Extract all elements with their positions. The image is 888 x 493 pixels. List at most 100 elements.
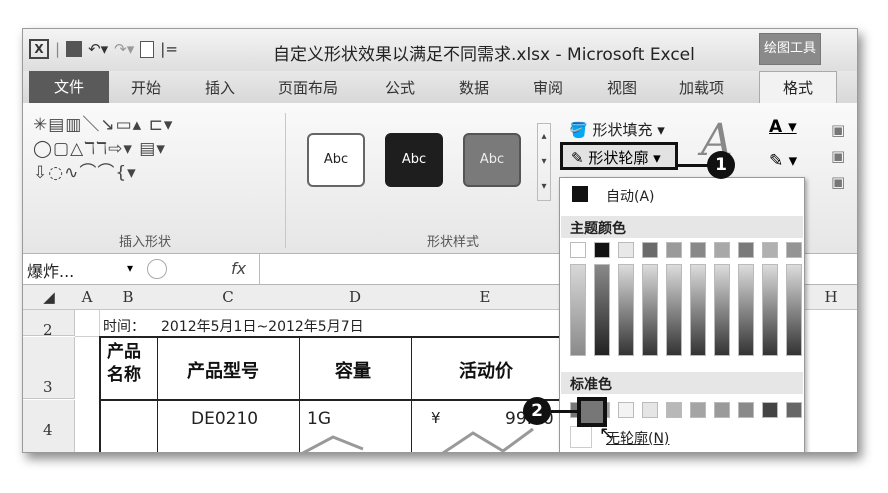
theme-color-swatch[interactable] <box>570 242 586 258</box>
new-document-icon[interactable] <box>140 40 155 58</box>
save-icon[interactable] <box>66 41 83 57</box>
cell-b3[interactable]: 产品 名称 <box>107 341 151 387</box>
tab-home[interactable]: 开始 <box>131 77 161 98</box>
shape-fill-button[interactable]: 🪣 形状填充 ▾ <box>569 119 665 140</box>
theme-color-swatch[interactable] <box>642 242 658 258</box>
theme-color-swatch[interactable] <box>786 242 802 258</box>
redo-icon[interactable]: ↷▾ <box>114 40 134 58</box>
standard-color-swatch[interactable] <box>642 402 658 418</box>
row-header-3[interactable]: 3 <box>23 337 75 399</box>
column-header-b[interactable]: B <box>99 285 158 310</box>
standard-color-swatch[interactable] <box>738 402 754 418</box>
shape-gallery[interactable]: ✳▤▥＼↘▭▴ ⊏▾ ◯▢△ℸℸ⇨▾ ▤▾ ⇩◌∿⌒⌒{▾ <box>33 113 173 185</box>
marker-2-connector <box>551 410 577 413</box>
table-border <box>99 336 559 338</box>
shape-row-3: ⇩◌∿⌒⌒{▾ <box>33 163 137 183</box>
theme-color-shade-column[interactable] <box>786 264 802 356</box>
name-box-dropdown-icon[interactable]: ▾ <box>127 261 133 275</box>
standard-color-swatch[interactable] <box>618 402 634 418</box>
burst-shape-fragment[interactable] <box>293 425 553 453</box>
tab-data[interactable]: 数据 <box>459 77 489 98</box>
column-header-a[interactable]: A <box>75 285 100 310</box>
auto-color-swatch[interactable] <box>572 186 588 202</box>
style-scroll-arrows[interactable]: ▴ ▾ ▾ <box>537 123 551 201</box>
shape-style-white[interactable]: Abc <box>307 133 365 187</box>
shape-style-gray[interactable]: Abc <box>463 133 521 187</box>
cell-b2[interactable]: 时间： <box>103 316 145 336</box>
theme-color-swatch[interactable] <box>618 242 634 258</box>
cell-c3[interactable]: 产品型号 <box>187 357 259 383</box>
theme-color-swatch[interactable] <box>666 242 682 258</box>
cell-d3[interactable]: 容量 <box>335 357 371 383</box>
theme-color-shade-column[interactable] <box>618 264 634 356</box>
tab-insert[interactable]: 插入 <box>205 77 235 98</box>
column-header-d[interactable]: D <box>299 285 412 310</box>
step-marker-1: 1 <box>707 151 735 179</box>
theme-color-swatch[interactable] <box>714 242 730 258</box>
tab-addins[interactable]: 加载项 <box>679 77 724 98</box>
table-border <box>99 399 559 401</box>
text-outline-icon[interactable]: ✎ ▾ <box>769 151 797 171</box>
cell-e3[interactable]: 活动价 <box>459 357 513 383</box>
undo-icon[interactable]: ↶▾ <box>88 40 108 58</box>
column-header-e[interactable]: E <box>411 285 560 310</box>
shape-style-black[interactable]: Abc <box>385 133 443 187</box>
marker-1-connector <box>678 164 708 167</box>
standard-color-swatch[interactable] <box>762 402 778 418</box>
tab-view[interactable]: 视图 <box>607 77 637 98</box>
tab-page-layout[interactable]: 页面布局 <box>278 77 338 98</box>
table-border <box>99 336 101 452</box>
standard-color-swatch[interactable] <box>666 402 682 418</box>
theme-color-swatch[interactable] <box>738 242 754 258</box>
shape-outline-button[interactable]: ✎ 形状轮廓 ▾ <box>560 142 678 170</box>
shape-styles-group-label: 形状样式 <box>427 235 480 250</box>
text-fill-icon[interactable]: A ▾ <box>769 117 797 137</box>
name-box[interactable]: 爆炸... <box>27 258 74 282</box>
tab-formulas[interactable]: 公式 <box>385 77 415 98</box>
no-outline-option[interactable]: 无轮廓(N) <box>606 428 669 448</box>
row-header-2[interactable]: 2 <box>23 310 75 339</box>
group-separator <box>285 113 286 248</box>
formula-circle-icon <box>147 259 167 279</box>
column-header-h[interactable]: H <box>803 285 857 310</box>
theme-color-shade-column[interactable] <box>714 264 730 356</box>
insert-shapes-group-label: 插入形状 <box>119 235 172 250</box>
divider: | <box>55 40 61 58</box>
mouse-cursor-icon: ↖ <box>599 423 615 444</box>
step-marker-2: 2 <box>523 397 551 425</box>
drawing-tools-label: 绘图工具 <box>759 33 821 65</box>
excel-icon[interactable]: X <box>29 39 49 59</box>
theme-color-shade-column[interactable] <box>594 264 610 356</box>
ribbon-tabs: 文件 开始 插入 页面布局 公式 数据 审阅 视图 加载项 格式 <box>23 71 857 105</box>
theme-color-shade-column[interactable] <box>690 264 706 356</box>
cell-c4[interactable]: DE0210 <box>191 409 258 429</box>
cell-c2[interactable]: 2012年5月1日~2012年5月7日 <box>161 316 364 336</box>
quick-access-toolbar: X | ↶▾ ↷▾ |= <box>29 39 178 59</box>
theme-color-swatch[interactable] <box>762 242 778 258</box>
tab-file[interactable]: 文件 <box>29 71 109 103</box>
theme-color-swatch[interactable] <box>690 242 706 258</box>
theme-color-shade-column[interactable] <box>738 264 754 356</box>
fx-icon[interactable]: fx <box>231 259 246 278</box>
shape-row-2: ◯▢△ℸℸ⇨▾ ▤▾ <box>33 139 166 159</box>
theme-color-shade-column[interactable] <box>642 264 658 356</box>
theme-color-shade-column[interactable] <box>666 264 682 356</box>
theme-color-shade-column[interactable] <box>762 264 778 356</box>
row-header-4[interactable]: 4 <box>23 400 75 452</box>
select-all-corner[interactable]: ◢ <box>23 285 76 310</box>
pencil-icon: ✎ <box>571 149 584 167</box>
standard-colors-label: 标准色 <box>570 377 612 393</box>
table-border <box>157 336 158 452</box>
standard-color-swatch[interactable] <box>690 402 706 418</box>
customize-qat-icon[interactable]: |= <box>160 40 178 58</box>
tab-format[interactable]: 格式 <box>759 71 837 105</box>
no-outline-swatch[interactable] <box>570 426 592 448</box>
column-header-c[interactable]: C <box>157 285 300 310</box>
standard-color-swatch[interactable] <box>786 402 802 418</box>
tab-review[interactable]: 审阅 <box>533 77 563 98</box>
standard-color-swatch[interactable] <box>714 402 730 418</box>
arrange-icons[interactable]: ▣ ▣ ▣ <box>831 117 845 195</box>
auto-color-option[interactable]: 自动(A) <box>606 186 655 206</box>
theme-color-shade-column[interactable] <box>570 264 586 356</box>
theme-color-swatch[interactable] <box>594 242 610 258</box>
